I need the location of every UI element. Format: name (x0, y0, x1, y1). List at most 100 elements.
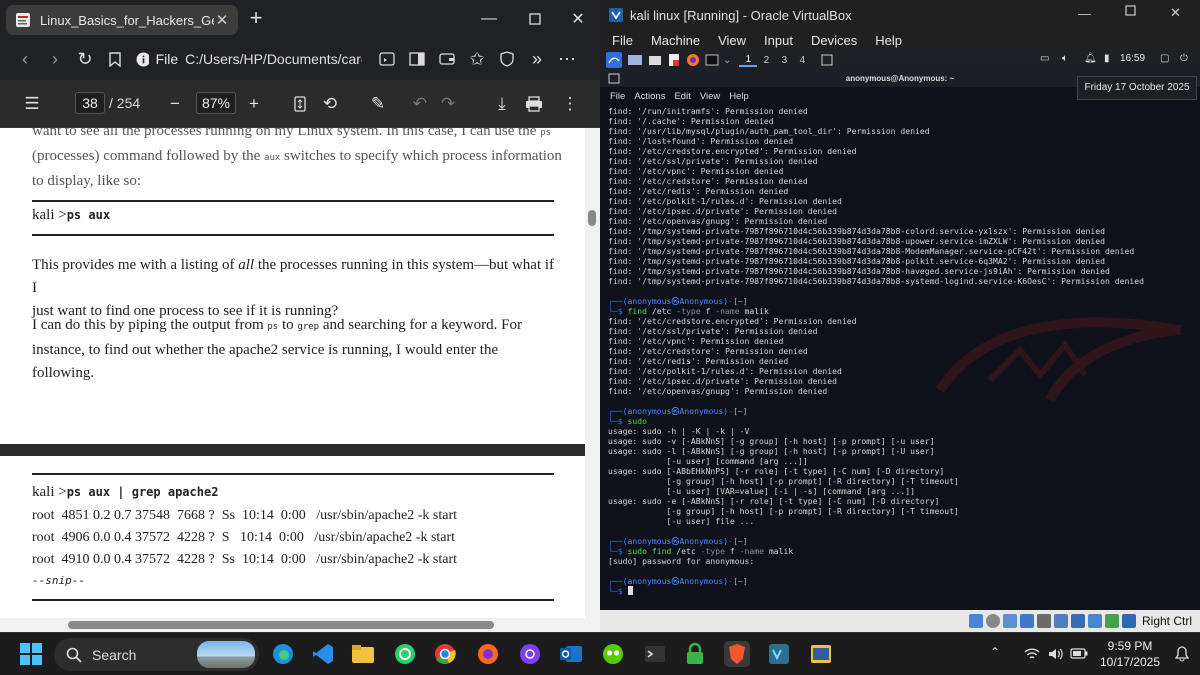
wallet-icon[interactable] (432, 44, 462, 74)
tor-browser-icon[interactable] (517, 641, 543, 667)
scrollbar-thumb[interactable] (588, 210, 596, 226)
workspace-4[interactable]: 4 (793, 55, 811, 66)
undo-icon[interactable]: ↶ (408, 92, 432, 116)
notification-bell-icon[interactable] (1175, 646, 1189, 662)
new-tab-button[interactable]: + (244, 7, 268, 31)
file-icon[interactable] (667, 53, 681, 67)
close-window-icon[interactable]: ✕ (565, 6, 591, 32)
shield-icon[interactable] (492, 44, 522, 74)
hard-disk-icon[interactable] (968, 614, 983, 628)
panel-dropdown-icon[interactable]: ⌄ (723, 55, 731, 66)
menu-file[interactable]: File (612, 33, 633, 48)
recording-icon[interactable] (1087, 614, 1102, 628)
terminal-app-icon[interactable] (642, 641, 668, 667)
mouse-integration-icon[interactable] (1121, 614, 1136, 628)
menu-devices[interactable]: Devices (811, 33, 857, 48)
term-menu-help[interactable]: Help (729, 91, 749, 102)
page-number-input[interactable]: 38 (75, 92, 105, 114)
edge-icon[interactable] (270, 641, 296, 667)
pdf-more-icon[interactable]: ⋮ (558, 92, 582, 116)
zoom-out-icon[interactable]: − (163, 92, 187, 116)
virtualbox-taskbar-icon[interactable] (808, 641, 834, 667)
vscode-icon[interactable] (310, 641, 336, 667)
outlook-icon[interactable] (558, 641, 584, 667)
workspace-2[interactable]: 2 (757, 55, 775, 66)
minimize-icon[interactable]: — (476, 6, 502, 32)
battery-icon[interactable] (1070, 648, 1088, 659)
terminal-icon[interactable] (705, 53, 719, 67)
contents-menu-icon[interactable]: ☰ (20, 92, 44, 116)
term-menu-view[interactable]: View (700, 91, 720, 102)
volume-icon[interactable] (1047, 646, 1063, 662)
usb-icon[interactable] (1036, 614, 1051, 628)
address-field[interactable]: File C:/Users/HP/Documents/career/Li (136, 51, 362, 67)
terminal-scrollbar[interactable] (1192, 106, 1198, 606)
brave-icon[interactable] (724, 641, 750, 667)
windows-start-icon[interactable] (20, 643, 42, 665)
fit-page-icon[interactable] (288, 92, 312, 116)
more-menu-icon[interactable]: ⋯ (552, 44, 582, 74)
battery-icon[interactable]: ▮ (1104, 53, 1110, 64)
term-menu-edit[interactable]: Edit (674, 91, 690, 102)
chrome-icon[interactable] (432, 641, 458, 667)
vm-clock[interactable]: 16:59 (1120, 53, 1145, 64)
zoom-in-icon[interactable]: + (242, 92, 266, 116)
system-clock[interactable]: 9:59 PM 10/17/2025 (1098, 638, 1162, 670)
term-menu-actions[interactable]: Actions (634, 91, 665, 102)
favorites-star-icon[interactable]: ✩ (462, 44, 492, 74)
tray-overflow-icon[interactable]: ⌃ (990, 645, 1000, 659)
term-menu-file[interactable]: File (610, 91, 625, 102)
volume-icon[interactable]: 🔈︎ (1062, 53, 1068, 64)
bookmark-icon[interactable] (100, 44, 130, 74)
read-aloud-icon[interactable] (372, 44, 402, 74)
audio-icon[interactable] (1002, 614, 1017, 628)
menu-help[interactable]: Help (875, 33, 902, 48)
rotate-icon[interactable]: ⟲ (318, 92, 342, 116)
print-icon[interactable] (522, 92, 546, 116)
back-icon[interactable]: ‹ (10, 44, 40, 74)
terminal-window-icon[interactable] (821, 54, 833, 66)
draw-icon[interactable]: ✎ (366, 92, 390, 116)
wifi-icon[interactable] (1024, 647, 1040, 661)
maximize-icon[interactable] (522, 6, 548, 32)
network-icon[interactable] (1019, 614, 1034, 628)
optical-drive-icon[interactable] (985, 614, 1000, 628)
whatsapp-icon[interactable] (392, 641, 418, 667)
forward-icon[interactable]: › (40, 44, 70, 74)
kali-menu-icon[interactable] (606, 52, 622, 68)
download-icon[interactable]: ⤓ (490, 92, 514, 116)
lock-icon[interactable]: ▢ (1160, 53, 1169, 64)
display-icon[interactable]: ▭ (1040, 53, 1049, 64)
split-screen-icon[interactable] (402, 44, 432, 74)
folder-icon[interactable] (648, 53, 662, 67)
taskbar-search[interactable]: Search (54, 638, 259, 671)
shared-folders-icon[interactable] (1053, 614, 1068, 628)
firefox-icon[interactable] (475, 641, 501, 667)
menu-input[interactable]: Input (764, 33, 793, 48)
vertical-scrollbar[interactable] (585, 128, 600, 618)
visualstudio-icon[interactable] (766, 641, 792, 667)
notification-bell-icon[interactable]: 🔔︎ (1084, 53, 1097, 64)
redo-icon[interactable]: ↷ (436, 92, 460, 116)
file-explorer-icon[interactable] (350, 641, 376, 667)
firefox-icon[interactable] (686, 53, 700, 67)
terminal-output[interactable]: find: '/run/initramfs': Permission denie… (608, 106, 1183, 606)
minimize-icon[interactable]: — (1078, 6, 1091, 21)
scrollbar-thumb[interactable] (68, 621, 494, 629)
password-lock-icon[interactable] (682, 641, 708, 667)
workspace-3[interactable]: 3 (775, 55, 793, 66)
cpu-icon[interactable] (1104, 614, 1119, 628)
maximize-icon[interactable] (1125, 5, 1136, 16)
display-icon[interactable] (1070, 614, 1085, 628)
duolingo-icon[interactable] (600, 641, 626, 667)
close-window-icon[interactable]: ✕ (1170, 5, 1181, 21)
power-icon[interactable]: ⏻ (1180, 53, 1188, 64)
menu-view[interactable]: View (718, 33, 746, 48)
close-tab-icon[interactable]: ✕ (214, 11, 230, 29)
workspace-1[interactable]: 1 (739, 54, 758, 67)
menu-machine[interactable]: Machine (651, 33, 700, 48)
zoom-level[interactable]: 87% (196, 92, 236, 114)
browser-tab[interactable]: Linux_Basics_for_Hackers_Getting ✕ (6, 5, 238, 35)
horizontal-scrollbar[interactable] (0, 618, 600, 632)
refresh-icon[interactable]: ↻ (70, 44, 100, 74)
